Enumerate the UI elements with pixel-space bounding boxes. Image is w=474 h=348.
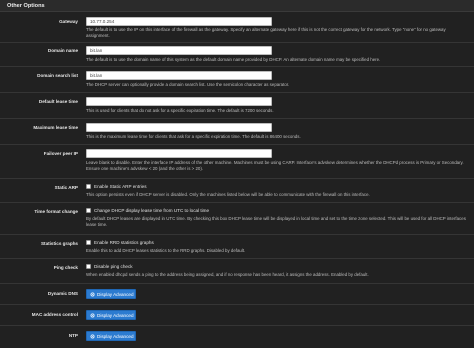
time-format-checkbox[interactable]	[86, 208, 91, 213]
dynamic-dns-button-label: Display Advanced	[97, 291, 134, 297]
ping-option[interactable]: Disable ping check	[86, 264, 133, 269]
gateway-row: Gateway 10.77.0.254 The default is to us…	[0, 12, 474, 43]
static-arp-option[interactable]: Enable Static ARP entries	[86, 184, 147, 189]
stats-row: Statistics graphs Enable RRD statistics …	[0, 235, 474, 259]
static-arp-help: This option persists even if DHCP server…	[86, 192, 370, 197]
stats-checkbox[interactable]	[86, 240, 91, 245]
max-lease-label: Maximum lease time	[33, 125, 78, 130]
domain-search-label: Domain search list	[37, 73, 78, 78]
stats-option[interactable]: Enable RRD statistics graphs	[86, 240, 154, 245]
max-lease-help: This is the maximum lease time for clien…	[86, 134, 301, 139]
dynamic-dns-label: Dynamic DNS	[47, 291, 78, 296]
time-format-row: Time format change Change DHCP display l…	[0, 203, 474, 235]
dynamic-dns-row: Dynamic DNS Display Advanced	[0, 284, 474, 305]
default-lease-input[interactable]	[86, 97, 272, 106]
failover-input[interactable]	[86, 149, 272, 158]
failover-label: Failover peer IP	[43, 151, 78, 156]
ping-help: When enabled dhcpd sends a ping to the a…	[86, 272, 369, 277]
domain-name-input[interactable]: bit.lan	[86, 46, 272, 55]
mac-control-label: MAC address control	[31, 312, 78, 317]
gateway-help: The default is to use the IP on this int…	[86, 27, 446, 38]
static-arp-label: Static ARP	[54, 185, 78, 190]
static-arp-checkbox-label: Enable Static ARP entries	[94, 184, 147, 189]
failover-help: Leave blank to disable. Enter the interf…	[86, 160, 464, 171]
mac-control-display-advanced-button[interactable]: Display Advanced	[86, 310, 136, 320]
domain-name-help: The default is to use the domain name of…	[86, 57, 381, 62]
dynamic-dns-display-advanced-button[interactable]: Display Advanced	[86, 289, 136, 299]
ntp-display-advanced-button[interactable]: Display Advanced	[86, 331, 136, 341]
default-lease-help: This is used for clients that do not ask…	[86, 108, 274, 113]
stats-help: Enable this to add DHCP leases statistic…	[86, 248, 246, 253]
time-format-label: Time format change	[34, 209, 78, 214]
domain-search-help: The DHCP server can optionally provide a…	[86, 82, 290, 87]
max-lease-input[interactable]	[86, 123, 272, 132]
domain-search-input[interactable]: bit.lan	[86, 71, 272, 80]
ping-checkbox[interactable]	[86, 264, 91, 269]
static-arp-row: Static ARP Enable Static ARP entries Thi…	[0, 179, 474, 203]
mac-control-button-label: Display Advanced	[97, 312, 134, 318]
panel-title: Other Options	[0, 0, 474, 12]
ntp-row: NTP Display Advanced	[0, 326, 474, 348]
default-lease-label: Default lease time	[38, 99, 78, 104]
other-options-panel: Other Options Gateway 10.77.0.254 The de…	[0, 0, 474, 348]
time-format-option[interactable]: Change DHCP display lease time from UTC …	[86, 208, 209, 213]
gateway-label: Gateway	[59, 19, 78, 24]
default-lease-row: Default lease time This is used for clie…	[0, 93, 474, 119]
static-arp-checkbox[interactable]	[86, 184, 91, 189]
ntp-label: NTP	[68, 333, 78, 338]
ping-checkbox-label: Disable ping check	[94, 264, 133, 269]
max-lease-row: Maximum lease time This is the maximum l…	[0, 119, 474, 145]
domain-name-label: Domain name	[47, 48, 78, 53]
mac-control-row: MAC address control Display Advanced	[0, 305, 474, 326]
stats-label: Statistics graphs	[40, 241, 78, 246]
domain-search-row: Domain search list bit.lan The DHCP serv…	[0, 67, 474, 93]
stats-checkbox-label: Enable RRD statistics graphs	[94, 240, 154, 245]
gear-icon	[90, 291, 95, 297]
ping-label: Ping check	[53, 265, 78, 270]
domain-name-row: Domain name bit.lan The default is to us…	[0, 43, 474, 67]
gateway-input[interactable]: 10.77.0.254	[86, 17, 272, 26]
failover-row: Failover peer IP Leave blank to disable.…	[0, 145, 474, 179]
ntp-button-label: Display Advanced	[97, 333, 134, 339]
ping-row: Ping check Disable ping check When enabl…	[0, 259, 474, 284]
time-format-help: By default DHCP leases are displayed in …	[86, 216, 466, 227]
time-format-checkbox-label: Change DHCP display lease time from UTC …	[94, 208, 210, 213]
gear-icon	[90, 333, 95, 339]
gear-icon	[90, 312, 95, 318]
